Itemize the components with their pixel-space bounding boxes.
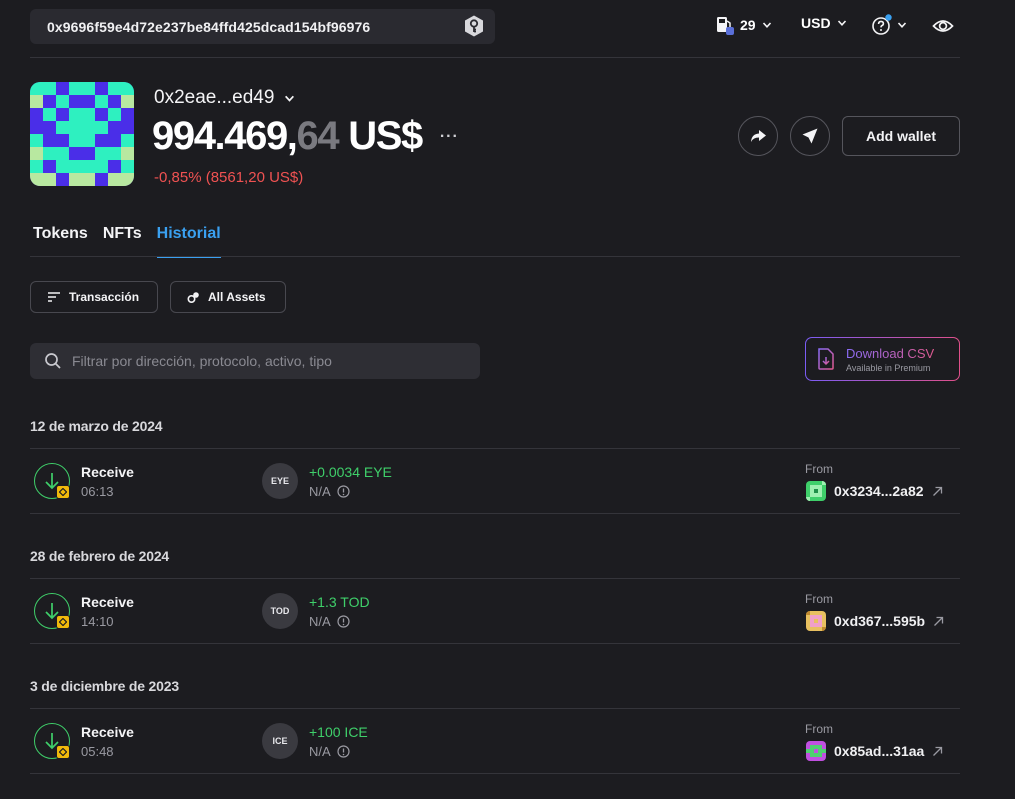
sender-avatar xyxy=(806,611,826,631)
address-text: 0x9696f59e4d72e237be84ffd425dcad154bf969… xyxy=(47,18,371,35)
gas-selector[interactable]: 29 xyxy=(716,15,772,35)
total-balance: 994.469, 64 US$ ··· xyxy=(152,114,459,159)
tab-bar: Tokens NFTs Historial xyxy=(33,225,221,258)
tx-amount: +1.3 TOD xyxy=(309,594,370,610)
transaction-filter-button[interactable]: Transacción xyxy=(30,281,158,313)
chevron-down-icon xyxy=(762,22,771,28)
bnb-chain-icon xyxy=(56,745,70,759)
history-date: 28 de febrero de 2024 xyxy=(30,548,169,564)
from-address: 0x3234...2a82 xyxy=(834,483,924,499)
more-options-button[interactable]: ··· xyxy=(440,128,459,146)
tx-type: Receive xyxy=(81,594,134,610)
tx-type: Receive xyxy=(81,724,134,740)
history-search xyxy=(30,343,480,379)
tx-usd-text: N/A xyxy=(309,484,331,499)
from-label: From xyxy=(805,462,833,476)
from-address: 0x85ad...31aa xyxy=(834,743,925,759)
sender-avatar xyxy=(806,741,826,761)
tab-tokens[interactable]: Tokens xyxy=(33,225,88,258)
from-address-link[interactable]: 0xd367...595b xyxy=(806,611,944,631)
chevron-down-icon xyxy=(285,95,295,102)
row-divider xyxy=(30,643,960,644)
table-row[interactable]: Receive 05:48 ICE +100 ICE N/A From 0x85… xyxy=(30,709,960,773)
share-arrow-icon xyxy=(751,130,766,142)
assets-filter-label: All Assets xyxy=(208,290,266,304)
search-icon xyxy=(45,353,61,369)
balance-decimals: 64 xyxy=(296,114,340,158)
info-icon[interactable] xyxy=(337,615,350,628)
chevron-down-icon xyxy=(837,20,846,26)
assets-filter-button[interactable]: All Assets xyxy=(170,281,286,313)
tx-usd-value: N/A xyxy=(309,614,350,629)
history-date: 12 de marzo de 2024 xyxy=(30,418,163,434)
csv-subtitle: Available in Premium xyxy=(846,362,931,373)
tx-amount: +100 ICE xyxy=(309,724,368,740)
send-icon xyxy=(802,128,818,144)
tab-nfts[interactable]: NFTs xyxy=(103,225,142,258)
help-menu[interactable] xyxy=(871,14,907,36)
address-search-bar[interactable]: 0x9696f59e4d72e237be84ffd425dcad154bf969… xyxy=(30,9,495,44)
info-icon[interactable] xyxy=(337,485,350,498)
external-link-icon xyxy=(934,616,944,626)
transaction-filter-label: Transacción xyxy=(69,290,140,304)
history-date: 3 de diciembre de 2023 xyxy=(30,678,179,694)
table-row[interactable]: Receive 14:10 TOD +1.3 TOD N/A From 0xd3… xyxy=(30,579,960,643)
filter-lines-icon xyxy=(48,292,60,302)
currency-label: USD xyxy=(801,15,831,31)
account-name-selector[interactable]: 0x2eae...ed49 xyxy=(154,87,295,109)
toggle-visibility-button[interactable] xyxy=(932,15,954,42)
csv-title: Download CSV xyxy=(846,345,935,361)
from-address-link[interactable]: 0x85ad...31aa xyxy=(806,741,943,761)
balance-integer: 994.469, xyxy=(152,114,298,158)
from-label: From xyxy=(805,722,833,736)
info-icon[interactable] xyxy=(337,745,350,758)
from-address-link[interactable]: 0x3234...2a82 xyxy=(806,481,943,501)
send-button[interactable] xyxy=(790,116,830,156)
gas-value: 29 xyxy=(740,17,756,33)
add-wallet-button[interactable]: Add wallet xyxy=(842,116,960,156)
tx-usd-text: N/A xyxy=(309,744,331,759)
currency-selector[interactable]: USD xyxy=(801,15,847,31)
question-circle-icon xyxy=(872,14,892,35)
file-download-icon xyxy=(818,348,834,370)
tx-time: 14:10 xyxy=(81,614,114,629)
from-label: From xyxy=(805,592,833,606)
token-icon: TOD xyxy=(262,593,298,629)
share-button[interactable] xyxy=(738,116,778,156)
row-divider xyxy=(30,513,960,514)
key-icon[interactable] xyxy=(462,14,486,38)
eye-icon xyxy=(932,20,954,32)
row-divider xyxy=(30,773,960,774)
tx-usd-value: N/A xyxy=(309,744,350,759)
tabs-divider xyxy=(30,256,960,257)
chevron-down-icon xyxy=(897,22,907,28)
fuel-pump-icon xyxy=(717,17,734,35)
from-address: 0xd367...595b xyxy=(834,613,926,629)
token-icon: ICE xyxy=(262,723,298,759)
account-avatar xyxy=(30,82,134,186)
account-name: 0x2eae...ed49 xyxy=(154,87,275,108)
assets-icon xyxy=(187,291,199,303)
header-divider xyxy=(30,57,960,58)
bnb-chain-icon xyxy=(56,615,70,629)
external-link-icon xyxy=(933,746,943,756)
sender-avatar xyxy=(806,481,826,501)
bnb-chain-icon xyxy=(56,485,70,499)
tx-amount: +0.0034 EYE xyxy=(309,464,392,480)
external-link-icon xyxy=(932,486,942,496)
table-row[interactable]: Receive 06:13 EYE +0.0034 EYE N/A From 0… xyxy=(30,449,960,513)
tab-historial[interactable]: Historial xyxy=(156,225,221,258)
download-csv-button[interactable]: Download CSV Available in Premium xyxy=(805,337,960,381)
tx-time: 06:13 xyxy=(81,484,114,499)
search-input[interactable] xyxy=(72,353,452,369)
token-icon: EYE xyxy=(262,463,298,499)
tx-usd-text: N/A xyxy=(309,614,331,629)
balance-change: -0,85% (8561,20 US$) xyxy=(154,169,304,186)
tx-time: 05:48 xyxy=(81,744,114,759)
wallet-page: 0x9696f59e4d72e237be84ffd425dcad154bf969… xyxy=(0,0,1015,799)
tx-usd-value: N/A xyxy=(309,484,350,499)
tx-type: Receive xyxy=(81,464,134,480)
balance-currency: US$ xyxy=(348,114,423,158)
